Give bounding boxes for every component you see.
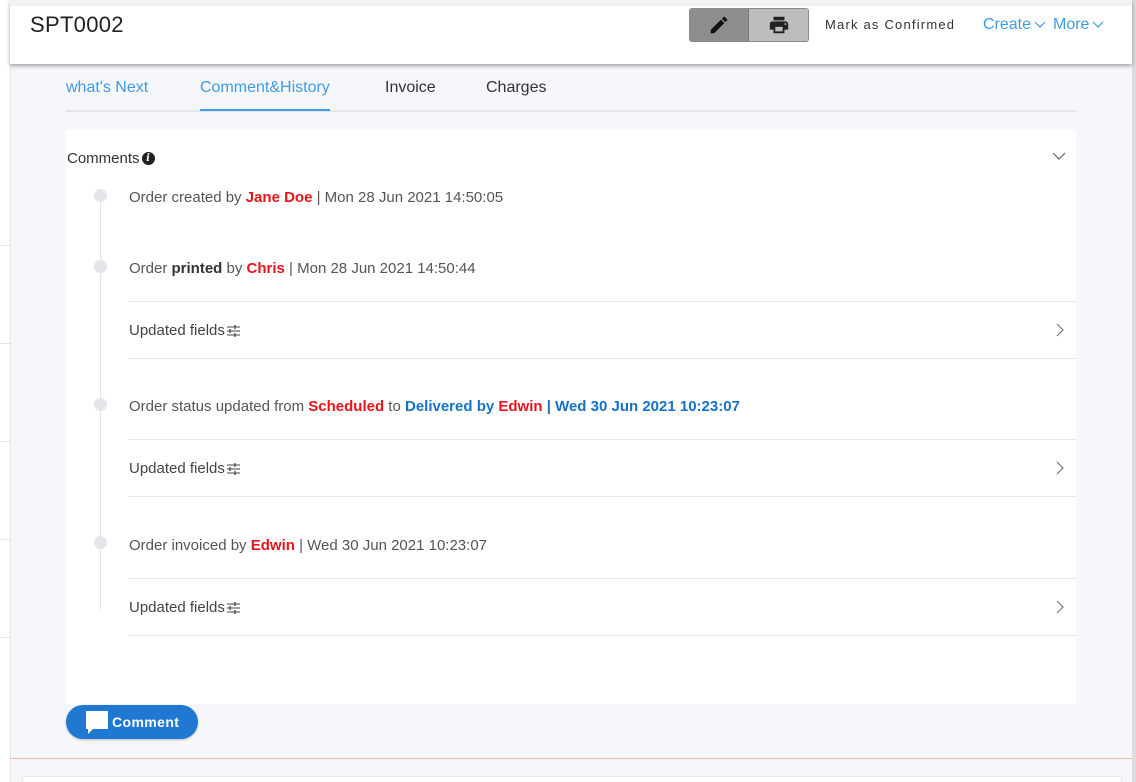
printer-icon [769,16,788,34]
tab-comment-history[interactable]: Comment&History [200,79,330,111]
chevron-right-icon [1056,461,1064,475]
order-header: SPT0002 Mark as Confirmed Create More [10,0,1132,64]
user-name: Edwin [250,537,295,554]
scrollbar[interactable] [1132,0,1136,782]
left-strip [0,0,10,782]
history-entry-status: Order status updated from Scheduled to D… [129,398,740,415]
history-entry-created: Order created by Jane Doe | Mon 28 Jun 2… [129,189,504,206]
section-divider [10,758,1132,759]
tab-whats-next[interactable]: what's Next [66,79,148,109]
chevron-down-icon [1093,21,1104,28]
updated-fields-label: Updated fields [129,599,240,616]
status-to: Delivered by [404,398,499,415]
more-dropdown[interactable]: More [1053,16,1104,34]
updated-fields-label: Updated fields [129,322,240,339]
create-dropdown[interactable]: Create [983,16,1046,34]
info-icon[interactable]: i [141,152,155,165]
edit-button[interactable] [690,9,750,41]
divider [0,637,10,638]
chevron-right-icon [1056,323,1064,337]
updated-fields-row[interactable]: Updated fields [129,578,1076,636]
comments-title: Comments [67,150,140,167]
sliders-icon [226,462,240,475]
divider [0,245,10,246]
chevron-right-icon [1056,600,1064,614]
timeline-dot [94,536,107,549]
comment-button-label: Comment [112,714,180,730]
updated-fields-label: Updated fields [129,460,240,477]
chevron-down-icon [1034,21,1046,28]
timeline-dot [94,189,107,202]
updated-fields-row[interactable]: Updated fields [129,301,1076,359]
add-comment-button[interactable]: Comment [66,705,198,739]
comments-header: Comments i [67,150,155,167]
history-entry-invoiced: Order invoiced by Edwin | Wed 30 Jun 202… [129,537,488,554]
next-section-card [22,776,1122,782]
divider [0,441,10,442]
divider [0,539,10,540]
comments-card: Comments i Order created by Jane Doe | M… [66,130,1076,704]
sliders-icon [226,324,240,337]
tab-invoice[interactable]: Invoice [385,79,436,109]
chevron-down-icon[interactable] [1052,152,1066,161]
user-name: Chris [246,260,285,277]
user-name: Jane Doe [245,189,313,206]
timeline-dot [94,398,107,411]
tab-charges[interactable]: Charges [486,79,546,109]
mark-as-confirmed-button[interactable]: Mark as Confirmed [825,17,955,32]
speech-bubble-icon [86,711,108,734]
status-from: Scheduled [308,398,385,415]
history-entry-printed: Order printed by Chris | Mon 28 Jun 2021… [129,260,476,277]
more-label: More [1053,16,1090,33]
action-icon-group [689,8,809,42]
page-title: SPT0002 [30,12,124,37]
create-label: Create [983,16,1032,33]
user-name: Edwin [498,398,543,415]
tab-bar: what's Next Comment&History Invoice Char… [66,70,1076,112]
sliders-icon [226,601,240,614]
print-button[interactable] [749,9,808,41]
pencil-icon [710,16,728,34]
timeline-dot [94,260,107,273]
updated-fields-row[interactable]: Updated fields [129,439,1076,497]
divider [0,343,10,344]
